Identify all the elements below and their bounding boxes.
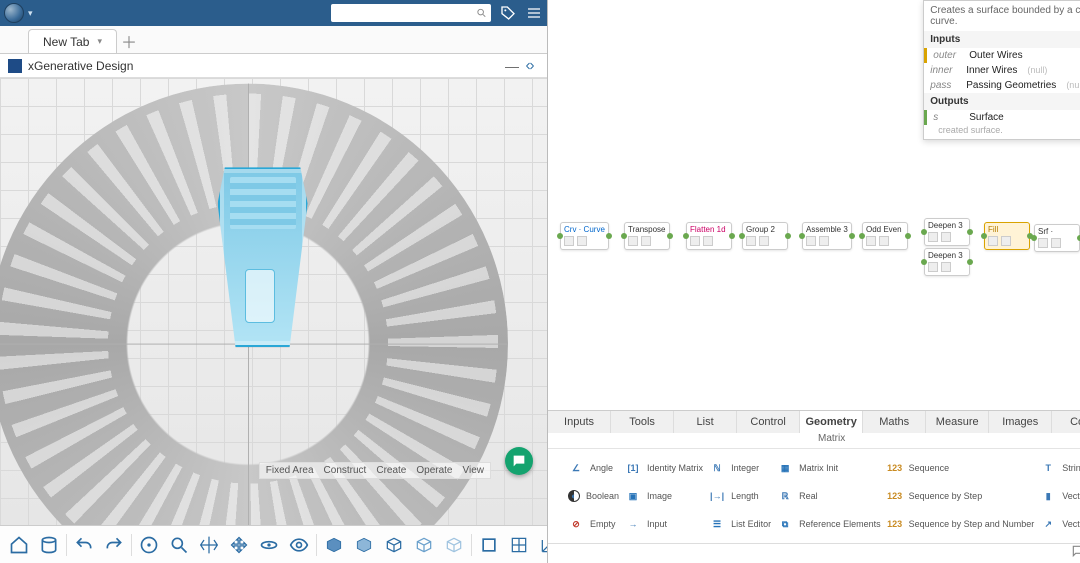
- graph-node-flat[interactable]: Flatten 1d: [686, 222, 732, 250]
- lib-item-idmat[interactable]: [1]Identity Matrix: [625, 455, 703, 481]
- tooltip-output-sub: created surface.: [924, 125, 1080, 139]
- minimize-button[interactable]: —: [503, 57, 521, 75]
- panel-title: xGenerative Design: [28, 59, 133, 73]
- box-wire2-icon[interactable]: [411, 532, 437, 558]
- lib-item-refel[interactable]: ⧉Reference Elements: [777, 511, 881, 537]
- tooltip-input-row: passPassing Geometries(null): [924, 78, 1080, 93]
- lib-item-minit[interactable]: ▦Matrix Init: [777, 455, 881, 481]
- collapse-button[interactable]: [521, 57, 539, 75]
- status-bar: [548, 543, 1080, 563]
- lib-tab-maths[interactable]: Maths: [863, 411, 926, 433]
- ctx-create[interactable]: Create: [376, 465, 406, 476]
- app-header: ▾: [0, 0, 547, 26]
- graph-node-tr[interactable]: Transpose: [624, 222, 670, 250]
- viewport-toolbar: [0, 525, 547, 563]
- lib-item-int[interactable]: ℕInteger: [709, 455, 771, 481]
- graph-pane: Creates a surface bounded by a closed cu…: [548, 0, 1080, 563]
- home-icon[interactable]: [6, 532, 32, 558]
- center-icon[interactable]: [136, 532, 162, 558]
- lib-tab-images[interactable]: Images: [989, 411, 1052, 433]
- 3d-viewport[interactable]: Fixed Area Construct Create Operate View: [0, 78, 547, 525]
- graph-node-dp1[interactable]: Deepen 3: [924, 218, 970, 246]
- ctx-fixed-area[interactable]: Fixed Area: [266, 465, 314, 476]
- add-tab-button[interactable]: ＋: [117, 29, 141, 53]
- orbit-icon[interactable]: [256, 532, 282, 558]
- graph-node-fill[interactable]: Fill: [984, 222, 1030, 250]
- tag-icon[interactable]: [499, 4, 517, 22]
- app-logo-icon: [8, 59, 22, 73]
- lib-item-empty[interactable]: ⊘Empty: [568, 511, 619, 537]
- tooltip-description: Creates a surface bounded by a closed cu…: [924, 1, 1080, 31]
- lookat-icon[interactable]: [286, 532, 312, 558]
- node-help-tooltip: Creates a surface bounded by a closed cu…: [923, 0, 1080, 140]
- lib-item-seqstep[interactable]: 123Sequence by Step: [887, 483, 1035, 509]
- graph-node-grp[interactable]: Group 2: [742, 222, 788, 250]
- cube-icon[interactable]: [476, 532, 502, 558]
- tab-bar: New Tab ▾ ＋: [0, 26, 547, 54]
- lib-item-vec3[interactable]: ↗Vector 3: [1040, 511, 1080, 537]
- lib-item-len[interactable]: |→|Length: [709, 483, 771, 509]
- lib-item-img[interactable]: ▣Image: [625, 483, 703, 509]
- tooltip-input-row: innerInner Wires(null): [924, 63, 1080, 78]
- panel-header: xGenerative Design —: [0, 54, 547, 78]
- ctx-operate[interactable]: Operate: [416, 465, 452, 476]
- ctx-construct[interactable]: Construct: [324, 465, 367, 476]
- tooltip-outputs-header: Outputs: [924, 93, 1080, 110]
- magnify-icon[interactable]: [166, 532, 192, 558]
- tooltip-input-row: outerOuter Wires: [924, 48, 1080, 63]
- search-input[interactable]: [331, 4, 491, 22]
- data-icon[interactable]: [36, 532, 62, 558]
- ctx-view[interactable]: View: [463, 465, 485, 476]
- graph-node-crv[interactable]: Crv · Curve: [560, 222, 609, 250]
- lib-tab-geometry[interactable]: Geometry: [800, 411, 863, 433]
- header-caret-icon[interactable]: ▾: [28, 8, 33, 19]
- axis-icon[interactable]: [536, 532, 547, 558]
- lib-item-angle[interactable]: ∠Angle: [568, 455, 619, 481]
- lib-item-real[interactable]: ℝReal: [777, 483, 881, 509]
- undo-icon[interactable]: [71, 532, 97, 558]
- search-icon: [476, 7, 487, 19]
- graph-node-srf[interactable]: Srf ·: [1034, 224, 1080, 252]
- graph-node-dp2[interactable]: Deepen 3: [924, 248, 970, 276]
- tab-new[interactable]: New Tab ▾: [28, 29, 117, 53]
- box-wire3-icon[interactable]: [441, 532, 467, 558]
- redo-icon[interactable]: [101, 532, 127, 558]
- tab-label: New Tab: [43, 35, 89, 49]
- tooltip-output-row: sSurface: [924, 110, 1080, 125]
- box-shaded-icon[interactable]: [351, 532, 377, 558]
- tooltip-inputs-header: Inputs: [924, 31, 1080, 48]
- translate-icon[interactable]: [226, 532, 252, 558]
- lib-tab-list[interactable]: List: [674, 411, 737, 433]
- library-tabs: InputsToolsListControlGeometryMathsMeasu…: [548, 411, 1080, 433]
- lib-item-vec[interactable]: ▮Vector: [1040, 483, 1080, 509]
- lib-item-le[interactable]: ☰List Editor: [709, 511, 771, 537]
- graph-node-asm[interactable]: Assemble 3: [802, 222, 852, 250]
- tab-dropdown-icon[interactable]: ▾: [97, 36, 102, 47]
- lib-item-str[interactable]: TString: [1040, 455, 1080, 481]
- design-pane: ▾ New Tab ▾ ＋ xGenerative Design —: [0, 0, 548, 563]
- box-solid-icon[interactable]: [321, 532, 347, 558]
- lib-item-inp[interactable]: →Input: [625, 511, 703, 537]
- chat-assist-button[interactable]: [505, 447, 533, 475]
- lib-tab-measure[interactable]: Measure: [926, 411, 989, 433]
- compass-icon[interactable]: [4, 3, 24, 23]
- box-wire-icon[interactable]: [381, 532, 407, 558]
- chat-icon[interactable]: [1071, 544, 1080, 563]
- lib-item-bool[interactable]: ◐Boolean: [568, 483, 619, 509]
- lib-tab-inputs[interactable]: Inputs: [548, 411, 611, 433]
- library-grid: ∠Angle[1]Identity MatrixℕInteger▦Matrix …: [548, 449, 1080, 543]
- lib-tab-control[interactable]: Control: [737, 411, 800, 433]
- context-toolbar: Fixed Area Construct Create Operate View: [259, 462, 491, 479]
- lib-item-seqsn[interactable]: 123Sequence by Step and Number: [887, 511, 1035, 537]
- menu-icon[interactable]: [525, 4, 543, 22]
- graph-node-odd[interactable]: Odd Even: [862, 222, 908, 250]
- pan-icon[interactable]: [196, 532, 222, 558]
- operator-library: InputsToolsListControlGeometryMathsMeasu…: [548, 410, 1080, 563]
- lib-tab-tools[interactable]: Tools: [611, 411, 674, 433]
- library-subtitle: Matrix: [548, 433, 1080, 449]
- lib-item-seq[interactable]: 123Sequence: [887, 455, 1035, 481]
- lib-tab-color[interactable]: Color: [1052, 411, 1080, 433]
- grid-icon[interactable]: [506, 532, 532, 558]
